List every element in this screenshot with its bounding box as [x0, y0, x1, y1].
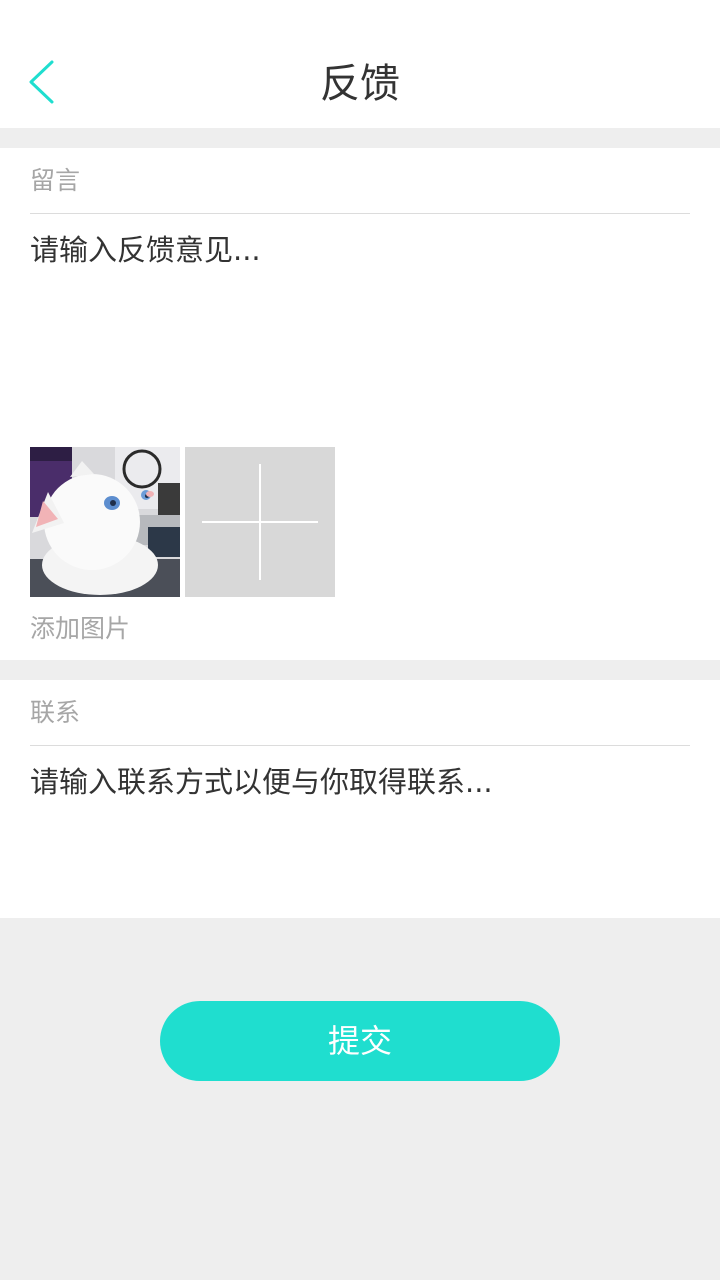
- message-section: 留言 请输入反馈意见... 添加图片: [0, 148, 720, 660]
- contact-divider: [30, 745, 690, 746]
- page-title: 反馈: [320, 61, 400, 107]
- add-photo-button[interactable]: [185, 447, 335, 597]
- attached-photo-thumbnail[interactable]: [30, 447, 180, 597]
- contact-section: 联系: [0, 680, 720, 918]
- submit-button[interactable]: 提交: [160, 1001, 560, 1081]
- header-bar: 反馈: [0, 0, 720, 128]
- message-divider: [30, 213, 690, 214]
- feedback-input[interactable]: [30, 230, 690, 430]
- add-photo-label: 添加图片: [30, 614, 131, 643]
- message-section-label: 留言: [30, 166, 81, 195]
- contact-section-label: 联系: [30, 698, 81, 727]
- white-cat-photo-icon: [30, 447, 180, 597]
- contact-input[interactable]: [30, 762, 690, 902]
